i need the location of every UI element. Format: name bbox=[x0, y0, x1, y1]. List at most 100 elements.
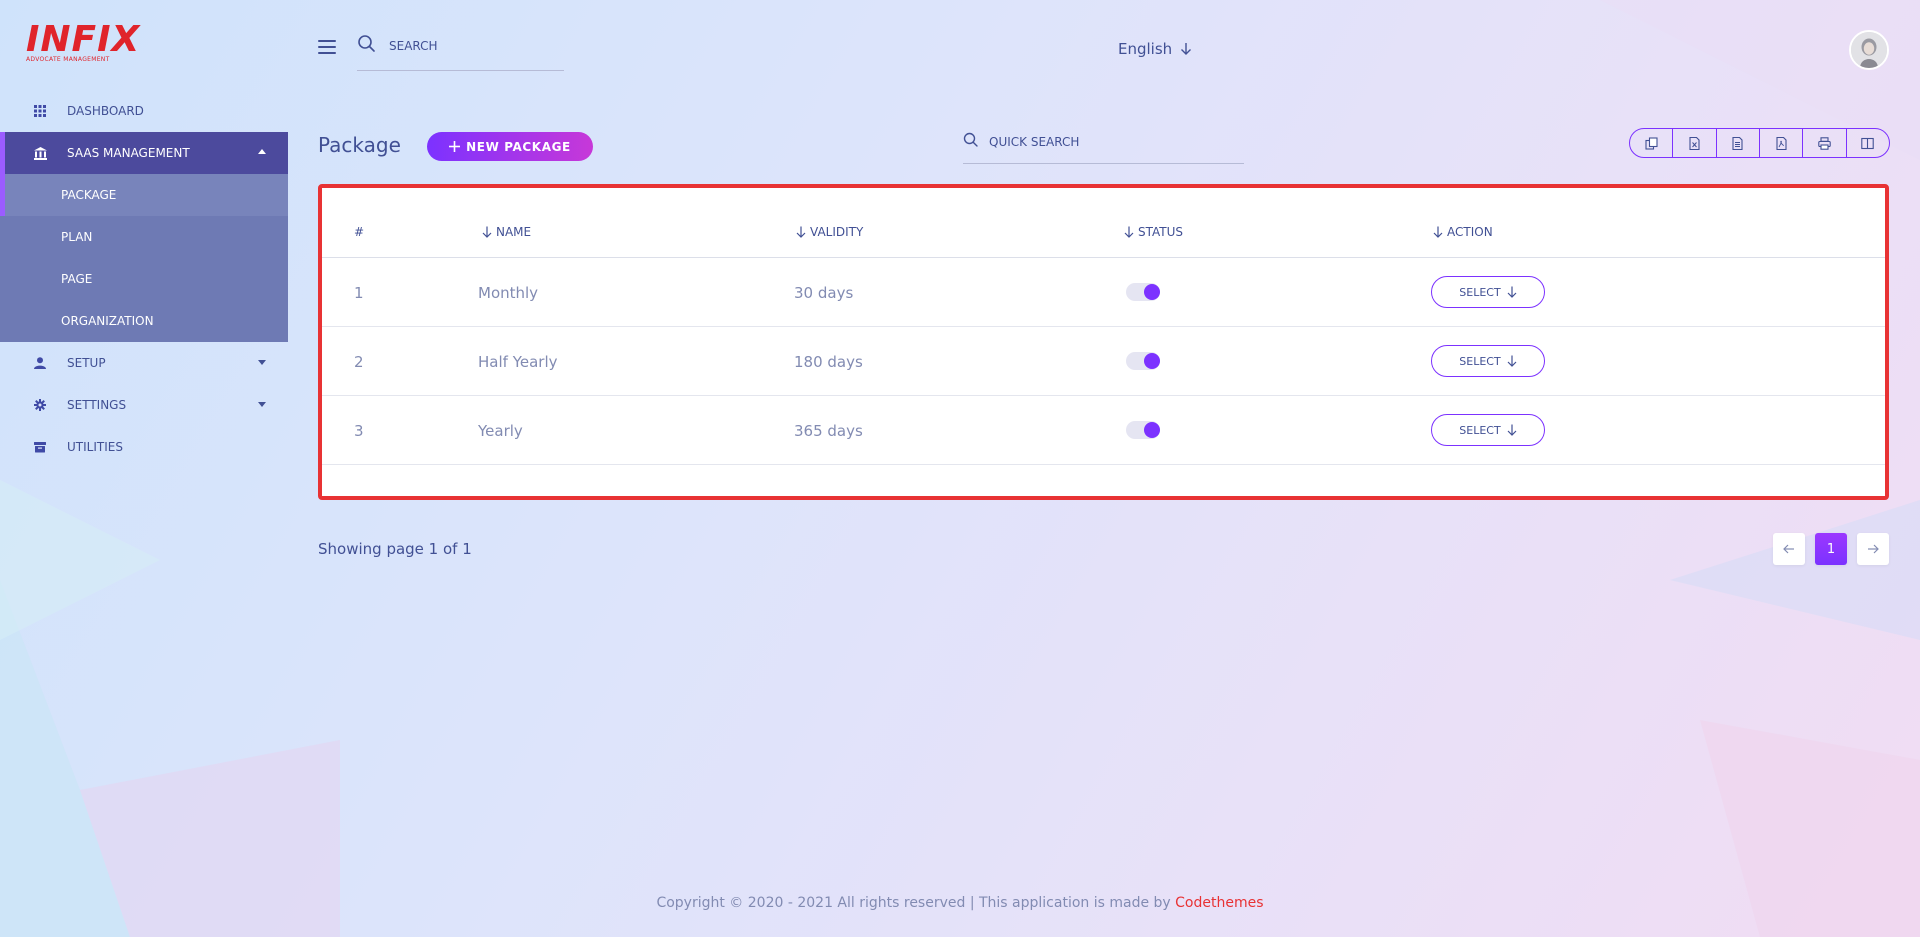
saas-submenu: PACKAGE PLAN PAGE ORGANIZATION bbox=[0, 174, 288, 342]
app-logo[interactable]: INFIX ADVOCATE MANAGEMENT bbox=[26, 22, 139, 66]
print-icon bbox=[1818, 136, 1831, 150]
new-package-label: NEW PACKAGE bbox=[466, 139, 571, 154]
arrow-down-icon bbox=[1507, 355, 1517, 367]
package-name: Half Yearly bbox=[478, 353, 558, 371]
chevron-down-icon bbox=[258, 402, 266, 407]
arrow-down-icon bbox=[1507, 424, 1517, 436]
column-header-label: STATUS bbox=[1138, 225, 1184, 239]
csv-export-button[interactable] bbox=[1717, 129, 1760, 157]
package-validity: 365 days bbox=[794, 422, 863, 440]
sidebar-item-utilities[interactable]: UTILITIES bbox=[0, 426, 288, 468]
copy-button[interactable] bbox=[1630, 129, 1674, 157]
columns-button[interactable] bbox=[1847, 129, 1889, 157]
table-row: 2 Half Yearly 180 days SELECT bbox=[322, 327, 1885, 396]
column-header-label: VALIDITY bbox=[810, 225, 864, 239]
package-name: Monthly bbox=[478, 284, 539, 302]
sidebar-menu: DASHBOARD SAAS MANAGEMENT PACKAGE PLAN P… bbox=[0, 90, 288, 468]
plus-icon bbox=[449, 141, 461, 152]
package-validity: 30 days bbox=[794, 284, 854, 302]
sidebar-item-plan[interactable]: PLAN bbox=[0, 216, 288, 258]
action-select-button[interactable]: SELECT bbox=[1431, 414, 1545, 446]
grid-icon bbox=[33, 104, 47, 118]
sidebar-item-saas-management[interactable]: SAAS MANAGEMENT bbox=[0, 132, 288, 174]
search-icon bbox=[358, 35, 375, 52]
column-header-label: # bbox=[354, 225, 365, 239]
sidebar-item-label: SETUP bbox=[67, 356, 106, 370]
brand-link[interactable]: Codethemes bbox=[1175, 895, 1263, 911]
global-search bbox=[357, 34, 564, 71]
pdf-icon bbox=[1776, 136, 1787, 150]
user-avatar[interactable] bbox=[1849, 30, 1889, 70]
sidebar-item-label: DASHBOARD bbox=[67, 104, 144, 118]
column-header-status[interactable]: STATUS bbox=[1124, 225, 1183, 239]
status-toggle[interactable] bbox=[1126, 352, 1160, 370]
action-select-button[interactable]: SELECT bbox=[1431, 345, 1545, 377]
search-input[interactable] bbox=[389, 39, 539, 53]
arrow-down-icon bbox=[1181, 43, 1192, 55]
status-toggle[interactable] bbox=[1126, 283, 1160, 301]
package-name: Yearly bbox=[478, 422, 523, 440]
column-header-name[interactable]: NAME bbox=[482, 225, 531, 239]
user-icon bbox=[33, 356, 47, 370]
package-validity: 180 days bbox=[794, 353, 863, 371]
column-header-label: ACTION bbox=[1447, 225, 1493, 239]
sidebar: INFIX ADVOCATE MANAGEMENT DASHBOARD SAAS… bbox=[0, 0, 288, 937]
gear-icon bbox=[33, 398, 47, 412]
status-toggle[interactable] bbox=[1126, 421, 1160, 439]
print-button[interactable] bbox=[1803, 129, 1847, 157]
pdf-export-button[interactable] bbox=[1760, 129, 1804, 157]
row-number: 2 bbox=[354, 353, 364, 371]
csv-icon bbox=[1732, 136, 1743, 150]
sort-arrow-icon bbox=[482, 226, 492, 238]
sidebar-item-package[interactable]: PACKAGE bbox=[0, 174, 288, 216]
next-page-button[interactable] bbox=[1857, 533, 1889, 565]
sidebar-item-setup[interactable]: SETUP bbox=[0, 342, 288, 384]
sort-arrow-icon bbox=[796, 226, 806, 238]
bank-icon bbox=[33, 146, 47, 160]
sidebar-item-dashboard[interactable]: DASHBOARD bbox=[0, 90, 288, 132]
row-number: 1 bbox=[354, 284, 364, 302]
pagination-summary: Showing page 1 of 1 bbox=[318, 540, 472, 558]
sidebar-item-label: SAAS MANAGEMENT bbox=[67, 146, 190, 160]
menu-toggle-icon[interactable] bbox=[318, 40, 336, 54]
archive-icon bbox=[33, 440, 47, 454]
sort-arrow-icon bbox=[1433, 226, 1443, 238]
avatar-icon bbox=[1851, 32, 1887, 68]
row-number: 3 bbox=[354, 422, 364, 440]
package-table-card: # NAME VALIDITY STATUS ACTION 1 Monthly … bbox=[318, 184, 1889, 500]
copyright-text: Copyright © 2020 - 2021 All rights reser… bbox=[656, 895, 1176, 911]
sidebar-item-label: UTILITIES bbox=[67, 440, 123, 454]
sidebar-item-settings[interactable]: SETTINGS bbox=[0, 384, 288, 426]
select-label: SELECT bbox=[1459, 354, 1501, 368]
column-header-validity[interactable]: VALIDITY bbox=[796, 225, 863, 239]
arrow-left-icon bbox=[1783, 544, 1794, 554]
select-label: SELECT bbox=[1459, 423, 1501, 437]
page-title: Package bbox=[318, 133, 401, 157]
column-header-label: NAME bbox=[496, 225, 532, 239]
excel-icon bbox=[1689, 136, 1700, 150]
new-package-button[interactable]: NEW PACKAGE bbox=[427, 132, 593, 161]
language-selector[interactable]: English bbox=[1118, 40, 1192, 58]
quick-search-input[interactable] bbox=[989, 135, 1229, 149]
sidebar-item-label: SETTINGS bbox=[67, 398, 127, 412]
page-1-button[interactable]: 1 bbox=[1815, 533, 1847, 565]
table-row: 3 Yearly 365 days SELECT bbox=[322, 396, 1885, 465]
copy-icon bbox=[1645, 136, 1658, 150]
search-icon bbox=[963, 132, 978, 147]
sort-arrow-icon bbox=[1124, 226, 1134, 238]
page-number: 1 bbox=[1826, 541, 1836, 557]
sidebar-item-organization[interactable]: ORGANIZATION bbox=[0, 300, 288, 342]
action-select-button[interactable]: SELECT bbox=[1431, 276, 1545, 308]
column-header-number[interactable]: # bbox=[354, 225, 364, 239]
arrow-right-icon bbox=[1868, 544, 1879, 554]
excel-export-button[interactable] bbox=[1673, 129, 1717, 157]
export-button-group bbox=[1629, 128, 1890, 158]
previous-page-button[interactable] bbox=[1773, 533, 1805, 565]
column-header-action[interactable]: ACTION bbox=[1433, 225, 1493, 239]
columns-icon bbox=[1861, 137, 1875, 149]
arrow-down-icon bbox=[1507, 286, 1517, 298]
table-row: 1 Monthly 30 days SELECT bbox=[322, 258, 1885, 327]
sidebar-item-page[interactable]: PAGE bbox=[0, 258, 288, 300]
table-header: # NAME VALIDITY STATUS ACTION bbox=[322, 188, 1885, 258]
chevron-up-icon bbox=[258, 149, 266, 154]
